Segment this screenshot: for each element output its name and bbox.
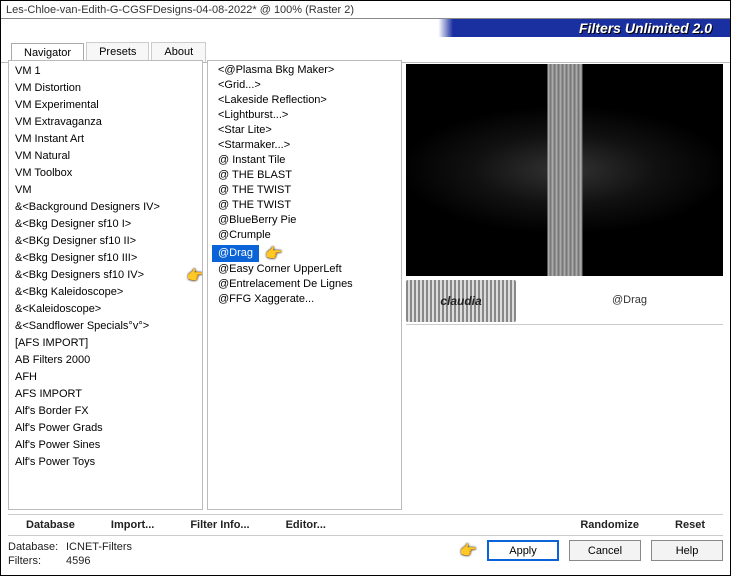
window-titlebar: Les-Chloe-van-Edith-G-CGSFDesigns-04-08-…: [1, 1, 730, 19]
category-item[interactable]: VM Instant Art: [9, 131, 202, 148]
pointer-icon: 👉: [187, 268, 203, 283]
pointer-icon: 👉: [265, 245, 282, 262]
category-item[interactable]: Alf's Border FX: [9, 403, 202, 420]
category-item[interactable]: &<BKg Designer sf10 II>: [9, 233, 202, 250]
reset-button[interactable]: Reset: [657, 519, 723, 531]
filter-info-button[interactable]: Filter Info...: [172, 519, 267, 531]
filter-item[interactable]: <Star Lite>: [212, 123, 278, 137]
brand-bar: Filters Unlimited 2.0: [1, 19, 730, 37]
randomize-button[interactable]: Randomize: [562, 519, 657, 531]
database-button[interactable]: Database: [8, 519, 93, 531]
category-item[interactable]: VM Toolbox: [9, 165, 202, 182]
filter-item[interactable]: <Starmaker...>: [212, 138, 296, 152]
category-item[interactable]: AFS IMPORT: [9, 386, 202, 403]
filter-item[interactable]: @ Instant Tile: [212, 153, 291, 167]
filter-item[interactable]: @ THE BLAST: [212, 168, 298, 182]
editor-button[interactable]: Editor...: [268, 519, 344, 531]
window-title: Les-Chloe-van-Edith-G-CGSFDesigns-04-08-…: [6, 4, 354, 16]
footer-info: Database:ICNET-Filters Filters:4596: [8, 538, 132, 572]
category-item[interactable]: VM Extravaganza: [9, 114, 202, 131]
apply-button[interactable]: Apply: [487, 540, 559, 561]
filter-item[interactable]: <Lightburst...>: [212, 108, 294, 122]
category-item[interactable]: [AFS IMPORT]: [9, 335, 202, 352]
filter-item[interactable]: <Lakeside Reflection>: [212, 93, 333, 107]
filter-item[interactable]: @Crumple: [212, 228, 277, 242]
category-list[interactable]: VM 1VM DistortionVM ExperimentalVM Extra…: [8, 60, 203, 510]
filter-list[interactable]: <@Plasma Bkg Maker><Grid...><Lakeside Re…: [207, 60, 402, 510]
category-item[interactable]: VM 1: [9, 63, 202, 80]
import-button[interactable]: Import...: [93, 519, 172, 531]
preview-image: [406, 64, 723, 276]
filter-item[interactable]: @FFG Xaggerate...: [212, 292, 320, 306]
category-item[interactable]: Alf's Power Toys: [9, 454, 202, 471]
category-item[interactable]: &<Bkg Designers sf10 IV>👉: [9, 267, 202, 284]
category-item[interactable]: &<Background Designers IV>: [9, 199, 202, 216]
tab-presets[interactable]: Presets: [86, 42, 149, 62]
category-item[interactable]: &<Bkg Designer sf10 I>: [9, 216, 202, 233]
filter-item[interactable]: @BlueBerry Pie: [212, 213, 302, 227]
pointer-icon: 👉: [460, 542, 477, 559]
toolbar-row: Database Import... Filter Info... Editor…: [8, 514, 723, 536]
brand-label: Filters Unlimited 2.0: [579, 20, 712, 36]
cancel-button[interactable]: Cancel: [569, 540, 641, 561]
category-item[interactable]: &<Sandflower Specials°v°>: [9, 318, 202, 335]
tab-about[interactable]: About: [151, 42, 206, 62]
filter-item[interactable]: @ THE TWIST: [212, 183, 297, 197]
category-item[interactable]: &<Bkg Designer sf10 III>: [9, 250, 202, 267]
work-area: VM 1VM DistortionVM ExperimentalVM Extra…: [8, 60, 723, 510]
category-item[interactable]: VM Natural: [9, 148, 202, 165]
watermark-stamp: claudia: [406, 280, 516, 322]
footer-filters-value: 4596: [66, 555, 90, 567]
category-item[interactable]: VM Distortion: [9, 80, 202, 97]
footer: Database:ICNET-Filters Filters:4596 👉 Ap…: [8, 538, 723, 572]
category-item[interactable]: AFH: [9, 369, 202, 386]
filter-item[interactable]: @ THE TWIST: [212, 198, 297, 212]
preview-filter-label: @Drag: [536, 294, 723, 306]
category-item[interactable]: VM: [9, 182, 202, 199]
footer-buttons: 👉 Apply Cancel Help: [460, 538, 723, 572]
category-item[interactable]: VM Experimental: [9, 97, 202, 114]
category-item[interactable]: &<Bkg Kaleidoscope>: [9, 284, 202, 301]
category-item[interactable]: Alf's Power Sines: [9, 437, 202, 454]
filter-item[interactable]: @Drag: [212, 245, 259, 262]
filter-item[interactable]: <Grid...>: [212, 78, 267, 92]
filter-item[interactable]: @Easy Corner UpperLeft: [212, 262, 348, 276]
preview-divider: [406, 324, 723, 325]
category-item[interactable]: &<Kaleidoscope>: [9, 301, 202, 318]
footer-database-value: ICNET-Filters: [66, 541, 132, 553]
help-button[interactable]: Help: [651, 540, 723, 561]
filter-item[interactable]: @Entrelacement De Lignes: [212, 277, 359, 291]
category-item[interactable]: Alf's Power Grads: [9, 420, 202, 437]
filter-item[interactable]: <@Plasma Bkg Maker>: [212, 63, 340, 77]
category-item[interactable]: AB Filters 2000: [9, 352, 202, 369]
preview-panel: claudia @Drag: [406, 60, 723, 510]
